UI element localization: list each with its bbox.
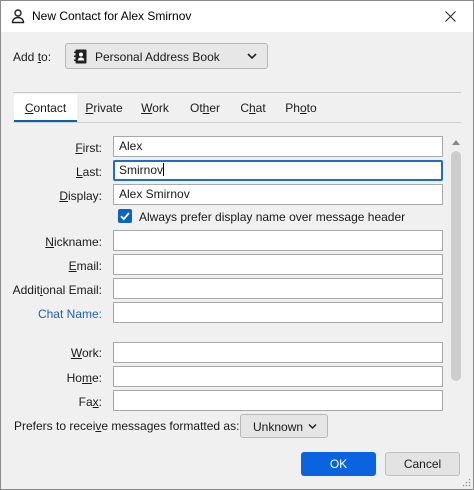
- email-label: Email:: [68, 259, 102, 273]
- tab-contact[interactable]: Contact: [14, 94, 77, 122]
- scrollbar[interactable]: [449, 138, 463, 408]
- additional-email-input[interactable]: [113, 278, 443, 299]
- format-preference-value: Unknown: [253, 420, 304, 434]
- work-phone-input[interactable]: [113, 342, 443, 363]
- scroll-up-icon[interactable]: [452, 139, 460, 145]
- address-book-value: Personal Address Book: [95, 50, 220, 64]
- home-phone-label: Home:: [66, 371, 102, 385]
- prefer-display-name-label[interactable]: Always prefer display name over message …: [139, 210, 405, 224]
- new-contact-dialog: New Contact for Alex Smirnov Add to: Per…: [0, 0, 474, 490]
- email-input[interactable]: [113, 254, 443, 275]
- prefer-display-name-checkbox[interactable]: [118, 209, 132, 223]
- chevron-down-icon: [247, 53, 257, 60]
- tab-divider: [13, 122, 461, 123]
- nickname-input[interactable]: [113, 230, 443, 251]
- chat-name-input[interactable]: [113, 302, 443, 323]
- fax-input[interactable]: [113, 390, 443, 411]
- window-title: New Contact for Alex Smirnov: [32, 9, 192, 23]
- close-icon: [444, 11, 456, 22]
- tab-work[interactable]: Work: [134, 94, 176, 122]
- resize-grip-icon[interactable]: [461, 477, 471, 487]
- person-icon: [11, 9, 25, 24]
- home-phone-input[interactable]: [113, 366, 443, 387]
- work-phone-label: Work:: [70, 346, 102, 360]
- nickname-label: Nickname:: [45, 235, 102, 249]
- fax-label: Fax:: [78, 395, 102, 409]
- tab-photo[interactable]: Photo: [280, 94, 322, 122]
- format-preference-select[interactable]: Unknown: [240, 414, 328, 438]
- tab-chat[interactable]: Chat: [233, 94, 273, 122]
- format-preference-label: Prefers to receive messages formatted as…: [14, 419, 240, 433]
- chevron-down-icon: [308, 423, 317, 430]
- display-name-label: Display:: [59, 189, 102, 203]
- display-name-input[interactable]: Alex Smirnov: [113, 184, 443, 205]
- first-name-label: First:: [75, 141, 102, 155]
- address-book-icon: [74, 49, 87, 64]
- tab-other[interactable]: Other: [184, 94, 226, 122]
- chat-name-link[interactable]: Chat Name:: [38, 307, 102, 321]
- checkmark-icon: [120, 212, 130, 221]
- tab-private[interactable]: Private: [78, 94, 130, 122]
- cancel-button[interactable]: Cancel: [385, 452, 460, 476]
- ok-button[interactable]: OK: [301, 452, 376, 476]
- text-caret: [163, 163, 165, 176]
- divider: [13, 92, 461, 93]
- first-name-input[interactable]: Alex: [113, 136, 443, 157]
- close-button[interactable]: [427, 1, 473, 32]
- last-name-input[interactable]: Smirnov: [113, 160, 443, 181]
- last-name-label: Last:: [75, 165, 102, 179]
- address-book-select[interactable]: Personal Address Book: [65, 43, 268, 69]
- additional-email-label: Additional Email:: [12, 283, 102, 297]
- scrollbar-thumb[interactable]: [451, 151, 461, 381]
- add-to-label: Add to:: [13, 50, 52, 64]
- title-bar: New Contact for Alex Smirnov: [1, 1, 473, 32]
